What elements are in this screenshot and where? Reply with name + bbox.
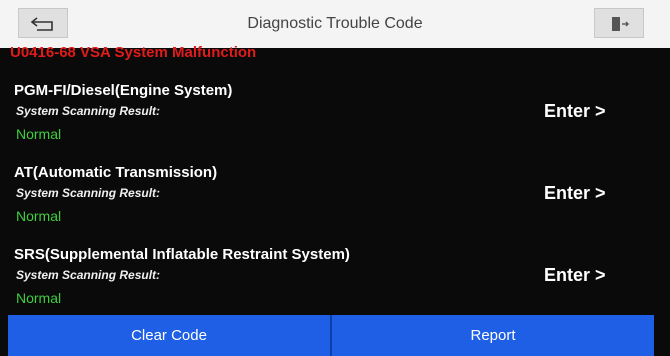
scan-result-label: System Scanning Result: (16, 186, 161, 200)
page-title: Diagnostic Trouble Code (247, 15, 423, 32)
report-button[interactable]: Report (332, 315, 654, 356)
diagnostic-screen: Diagnostic Trouble Code U0416-68 VSA Sys… (0, 0, 670, 356)
system-name: PGM-FI/Diesel(Engine System) (14, 82, 233, 99)
enter-button-transmission[interactable]: Enter > (544, 183, 606, 204)
enter-button-engine[interactable]: Enter > (544, 101, 606, 122)
scan-status: Normal (16, 290, 62, 306)
exit-door-icon (612, 17, 629, 31)
system-name: AT(Automatic Transmission) (14, 164, 218, 181)
scan-status: Normal (16, 126, 62, 142)
system-name: SRS(Supplemental Inflatable Restraint Sy… (14, 246, 350, 263)
system-row-srs: SRS(Supplemental Inflatable Restraint Sy… (0, 246, 670, 326)
scan-status: Normal (16, 208, 62, 224)
scan-result-label: System Scanning Result: (16, 268, 161, 282)
scan-result-label: System Scanning Result: (16, 104, 161, 118)
exit-button[interactable] (594, 8, 644, 38)
action-bar: Clear Code Report (8, 315, 654, 356)
system-row-engine: PGM-FI/Diesel(Engine System) System Scan… (0, 82, 670, 162)
enter-button-srs[interactable]: Enter > (544, 265, 606, 286)
dtc-code-text: U0416-68 VSA System Malfunction (10, 44, 257, 61)
title-bar: Diagnostic Trouble Code (0, 0, 670, 48)
clear-code-button[interactable]: Clear Code (8, 315, 330, 356)
system-row-transmission: AT(Automatic Transmission) System Scanni… (0, 164, 670, 244)
